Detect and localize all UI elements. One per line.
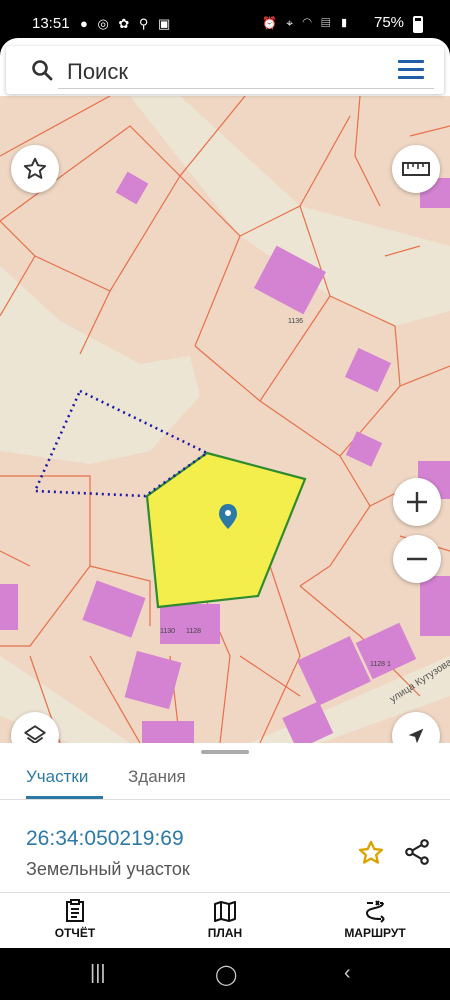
building xyxy=(124,650,182,710)
search-bar[interactable]: Поиск xyxy=(6,46,444,94)
recent-apps-icon[interactable]: ||| xyxy=(90,962,106,985)
building xyxy=(344,347,392,393)
tab-parcels[interactable]: Участки xyxy=(26,767,88,787)
building-number: 1136 xyxy=(288,318,304,325)
star-outline-icon xyxy=(23,157,47,179)
building xyxy=(160,604,220,644)
zoom-out-button[interactable] xyxy=(393,535,441,583)
parcel-cadastral-number[interactable]: 26:34:050219:69 xyxy=(26,827,184,851)
app-screen: Поиск 1136 1130 1128 1128 1 улица Кутузо… xyxy=(0,38,450,948)
map-plan-icon xyxy=(214,901,236,922)
selected-parcel xyxy=(145,451,307,609)
menu-icon[interactable] xyxy=(398,60,424,80)
nav-route[interactable]: МАРШРУТ xyxy=(320,899,430,940)
map-layer xyxy=(0,96,450,743)
search-underline xyxy=(58,88,434,89)
layers-icon xyxy=(24,725,46,743)
building xyxy=(142,721,194,743)
parcel-type: Земельный участок xyxy=(26,859,190,879)
building xyxy=(420,576,450,636)
search-input[interactable]: Поиск xyxy=(67,59,128,85)
sheet-drag-handle[interactable] xyxy=(201,750,249,754)
battery-percent: 75% xyxy=(374,14,405,31)
tab-buildings[interactable]: Здания xyxy=(128,767,186,787)
report-icon xyxy=(66,899,84,922)
notification-icons: ● ◎ ✿ ⚲ ▣ xyxy=(80,16,174,31)
status-time: 13:51 xyxy=(32,15,70,32)
nav-report[interactable]: ОТЧЁТ xyxy=(20,899,130,940)
building-number: 1128 1 xyxy=(370,661,391,668)
search-icon[interactable] xyxy=(30,58,54,82)
building xyxy=(115,171,149,205)
building-number: 1128 xyxy=(186,628,202,635)
minus-icon xyxy=(407,557,427,561)
nav-plan-label: ПЛАН xyxy=(207,926,243,940)
road xyxy=(0,266,200,464)
map-canvas[interactable]: 1136 1130 1128 1138 1128 1 улица Кутузов… xyxy=(0,96,450,743)
route-icon xyxy=(365,900,385,923)
system-navigation-bar: ||| ◯ ‹ xyxy=(0,948,450,1000)
building xyxy=(0,584,18,630)
nav-plan[interactable]: ПЛАН xyxy=(170,899,280,940)
back-icon[interactable]: ‹ xyxy=(344,962,351,985)
building xyxy=(82,580,146,638)
bottom-navigation: ОТЧЁТ ПЛАН МАРШРУТ xyxy=(0,892,450,948)
ruler-icon xyxy=(402,162,430,176)
favorite-star-icon[interactable] xyxy=(357,839,385,867)
share-icon[interactable] xyxy=(404,838,430,866)
battery-icon xyxy=(413,16,423,33)
favorites-star-button[interactable] xyxy=(11,145,59,193)
plus-icon xyxy=(407,492,427,512)
navigation-arrow-icon xyxy=(408,728,424,743)
building xyxy=(345,431,383,467)
nav-report-label: ОТЧЁТ xyxy=(54,926,96,940)
nav-route-label: МАРШРУТ xyxy=(344,926,406,940)
building-number: 1130 xyxy=(160,628,176,635)
system-status-icons: ⏰ ⌖ ◠ ▤ ▮ xyxy=(262,16,352,30)
zoom-in-button[interactable] xyxy=(393,478,441,526)
tab-divider xyxy=(0,799,450,800)
home-icon[interactable]: ◯ xyxy=(215,962,237,987)
ruler-button[interactable] xyxy=(392,145,440,193)
